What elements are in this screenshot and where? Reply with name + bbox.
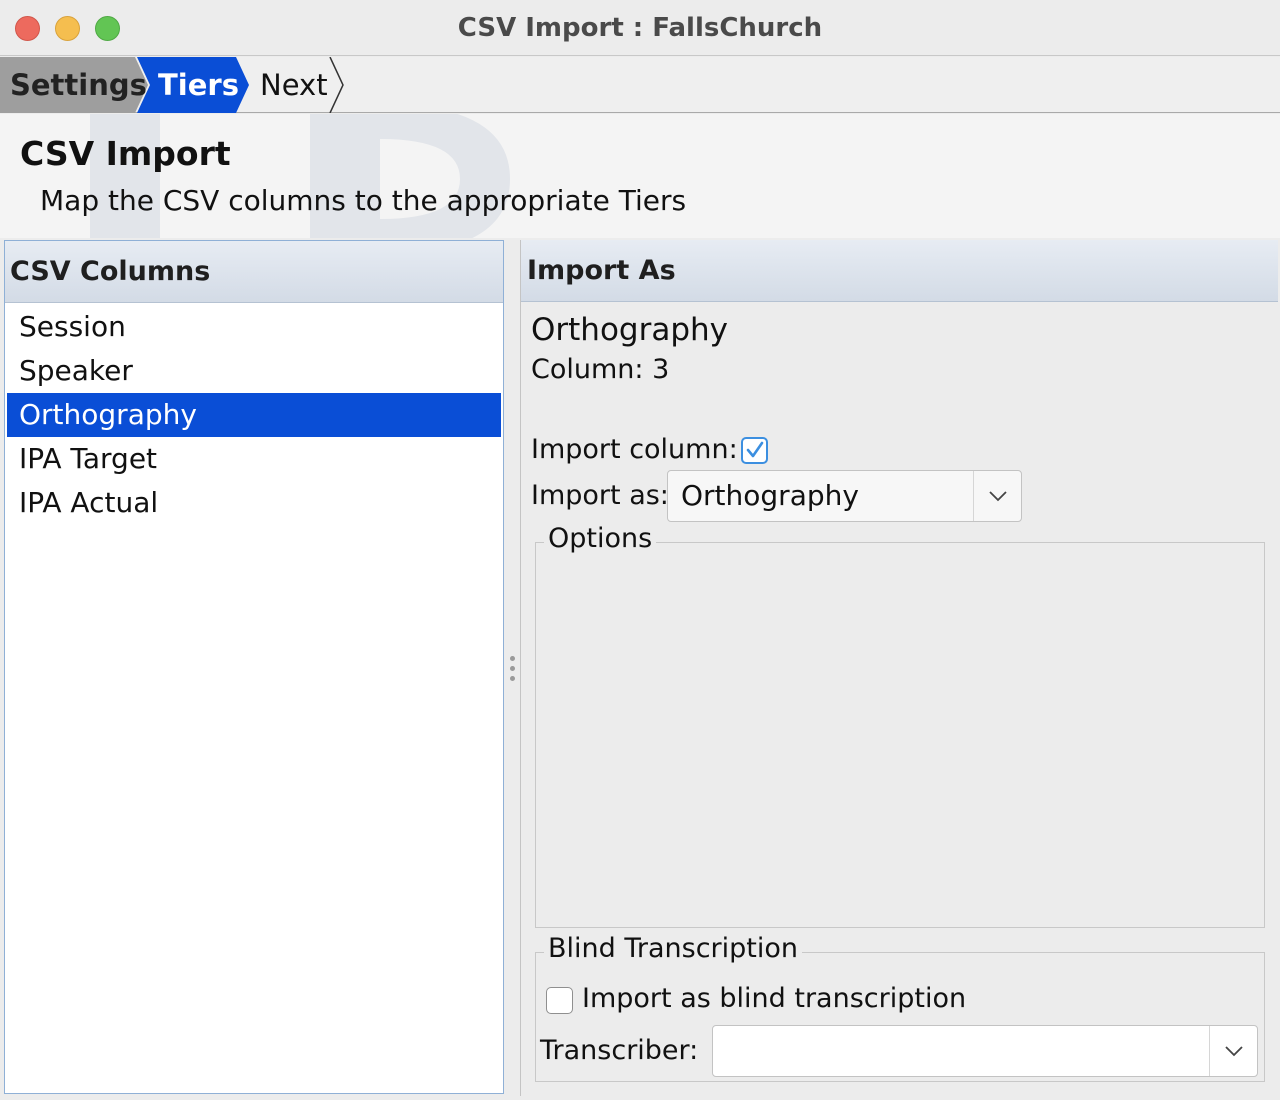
list-item[interactable]: Session bbox=[7, 305, 501, 349]
drag-handle-icon bbox=[510, 656, 515, 661]
import-as-dropdown-button[interactable] bbox=[973, 471, 1021, 521]
breadcrumb-step-tiers[interactable]: Tiers bbox=[158, 57, 239, 113]
page-header: CSV Import Map the CSV columns to the ap… bbox=[0, 114, 1280, 238]
header-watermark-icon bbox=[90, 114, 510, 238]
csv-columns-header: CSV Columns bbox=[5, 241, 503, 303]
blind-transcription-checkbox[interactable] bbox=[546, 987, 573, 1014]
list-item[interactable]: Speaker bbox=[7, 349, 501, 393]
chevron-down-icon bbox=[989, 491, 1007, 502]
import-column-checkbox[interactable] bbox=[741, 437, 768, 464]
checkmark-icon bbox=[746, 441, 764, 458]
breadcrumb-step-next[interactable]: Next bbox=[260, 57, 328, 113]
csv-columns-panel: CSV Columns Session Speaker Orthography … bbox=[4, 240, 504, 1094]
window-title: CSV Import : FallsChurch bbox=[457, 13, 823, 43]
page-subtitle: Map the CSV columns to the appropriate T… bbox=[40, 184, 687, 217]
import-as-value: Orthography bbox=[681, 479, 859, 512]
list-item[interactable]: IPA Target bbox=[7, 437, 501, 481]
import-as-panel: Import As Orthography Column: 3 Import c… bbox=[520, 240, 1278, 1096]
drag-handle-icon bbox=[510, 666, 515, 671]
chevron-down-icon bbox=[1225, 1046, 1243, 1057]
import-as-header: Import As bbox=[521, 240, 1278, 302]
wizard-breadcrumb: Settings Tiers Next bbox=[0, 57, 1280, 113]
import-as-label: Import as: bbox=[531, 480, 669, 511]
transcriber-label: Transcriber: bbox=[540, 1035, 699, 1066]
blind-transcription-label[interactable]: Import as blind transcription bbox=[582, 983, 966, 1014]
import-column-label: Import column: bbox=[531, 434, 738, 465]
page-title: CSV Import bbox=[20, 134, 231, 173]
list-item[interactable]: IPA Actual bbox=[7, 481, 501, 525]
breadcrumb-step-next-arrow bbox=[329, 57, 344, 113]
csv-import-window: CSV Import : FallsChurch Settings Tiers … bbox=[0, 0, 1280, 1100]
drag-handle-icon bbox=[510, 676, 515, 681]
import-as-dropdown[interactable]: Orthography bbox=[667, 470, 1022, 522]
split-pane-divider[interactable] bbox=[505, 240, 519, 1096]
blind-transcription-group: Blind Transcription Import as blind tran… bbox=[535, 933, 1265, 1082]
blind-transcription-group-title: Blind Transcription bbox=[544, 933, 803, 964]
transcriber-dropdown-button[interactable] bbox=[1209, 1026, 1257, 1076]
csv-columns-list[interactable]: Session Speaker Orthography IPA Target I… bbox=[7, 305, 501, 525]
options-group: Options bbox=[535, 523, 1265, 928]
list-item[interactable]: Orthography bbox=[7, 393, 501, 437]
title-bar: CSV Import : FallsChurch bbox=[0, 0, 1280, 56]
options-group-title: Options bbox=[544, 523, 657, 554]
transcriber-dropdown[interactable] bbox=[712, 1025, 1258, 1077]
breadcrumb-step-settings[interactable]: Settings bbox=[10, 57, 147, 113]
selected-column-name: Orthography bbox=[531, 312, 729, 348]
selected-column-index: Column: 3 bbox=[531, 354, 670, 385]
